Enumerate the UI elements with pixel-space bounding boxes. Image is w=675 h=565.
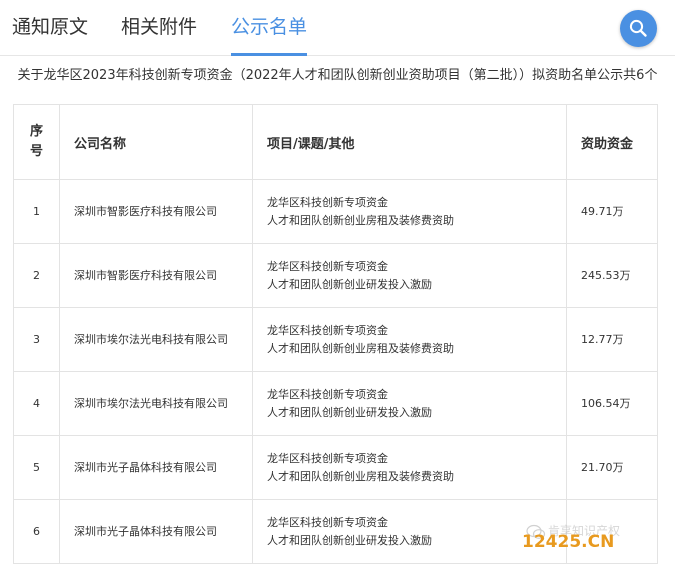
table-row: 2 深圳市智影医疗科技有限公司 龙华区科技创新专项资金人才和团队创新创业研发投入激励… (13, 243, 658, 308)
row-project: 龙华区科技创新专项资金人才和团队创新创业研发投入激励 (252, 243, 567, 308)
header-index-label: 序号 (29, 124, 43, 159)
row-project-item: 人才和团队创新创业房租及装修费资助 (267, 341, 454, 355)
row-project-fund: 龙华区科技创新专项资金 (267, 259, 388, 273)
tab-notice-original[interactable]: 通知原文 (12, 14, 88, 40)
header-index: 序号 (13, 104, 60, 180)
table-row: 4 深圳市埃尔法光电科技有限公司 龙华区科技创新专项资金人才和团队创新创业研发投入激… (13, 371, 658, 436)
header-amount: 资助资金 (566, 104, 658, 180)
row-project: 龙华区科技创新专项资金人才和团队创新创业房租及装修费资助 (252, 179, 567, 244)
row-project-item: 人才和团队创新创业房租及装修费资助 (267, 213, 454, 227)
row-project-fund: 龙华区科技创新专项资金 (267, 515, 388, 529)
tab-bar: 通知原文 相关附件 公示名单 (0, 0, 675, 56)
row-company: 深圳市智影医疗科技有限公司 (59, 179, 253, 244)
table-row: 1 深圳市智影医疗科技有限公司 龙华区科技创新专项资金人才和团队创新创业房租及装修费… (13, 179, 658, 244)
table-row: 3 深圳市埃尔法光电科技有限公司 龙华区科技创新专项资金人才和团队创新创业房租及装修… (13, 307, 658, 372)
row-project-fund: 龙华区科技创新专项资金 (267, 195, 388, 209)
row-company: 深圳市光子晶体科技有限公司 (59, 499, 253, 564)
row-amount: 245.53万 (566, 243, 658, 308)
row-index: 4 (13, 371, 60, 436)
row-amount: 12.77万 (566, 307, 658, 372)
row-project: 龙华区科技创新专项资金人才和团队创新创业房租及装修费资助 (252, 307, 567, 372)
header-project: 项目/课题/其他 (252, 104, 567, 180)
watermark-site: 12425.CN (522, 532, 615, 552)
row-project-fund: 龙华区科技创新专项资金 (267, 451, 388, 465)
row-index: 5 (13, 435, 60, 500)
row-company: 深圳市埃尔法光电科技有限公司 (59, 307, 253, 372)
header-company: 公司名称 (59, 104, 253, 180)
row-project-fund: 龙华区科技创新专项资金 (267, 323, 388, 337)
search-icon (629, 19, 647, 37)
row-index: 2 (13, 243, 60, 308)
search-button[interactable] (620, 10, 657, 47)
row-company: 深圳市智影医疗科技有限公司 (59, 243, 253, 308)
table-row: 5 深圳市光子晶体科技有限公司 龙华区科技创新专项资金人才和团队创新创业房租及装修费… (13, 435, 658, 500)
active-tab-indicator (231, 53, 307, 56)
row-index: 1 (13, 179, 60, 244)
table-header-row: 序号 公司名称 项目/课题/其他 资助资金 (13, 104, 658, 180)
tab-public-list[interactable]: 公示名单 (231, 14, 307, 40)
row-index: 3 (13, 307, 60, 372)
row-project: 龙华区科技创新专项资金人才和团队创新创业房租及装修费资助 (252, 435, 567, 500)
page: 通知原文 相关附件 公示名单 关于龙华区2023年科技创新专项资金（2022年人… (0, 0, 675, 565)
row-amount: 106.54万 (566, 371, 658, 436)
row-project: 龙华区科技创新专项资金人才和团队创新创业研发投入激励 (252, 371, 567, 436)
row-project-fund: 龙华区科技创新专项资金 (267, 387, 388, 401)
announcement-title: 关于龙华区2023年科技创新专项资金（2022年人才和团队创新创业资助项目（第二… (17, 68, 658, 83)
funding-list-table: 序号 公司名称 项目/课题/其他 资助资金 1 深圳市智影医疗科技有限公司 龙华区科… (13, 104, 658, 564)
row-project-item: 人才和团队创新创业房租及装修费资助 (267, 469, 454, 483)
row-amount: 49.71万 (566, 179, 658, 244)
row-index: 6 (13, 499, 60, 564)
row-project-item: 人才和团队创新创业研发投入激励 (267, 405, 432, 419)
tab-attachments[interactable]: 相关附件 (121, 14, 197, 40)
row-project: 龙华区科技创新专项资金 人才和团队创新创业研发投入激励 (252, 499, 567, 564)
row-amount: 21.70万 (566, 435, 658, 500)
row-company: 深圳市埃尔法光电科技有限公司 (59, 371, 253, 436)
row-company: 深圳市光子晶体科技有限公司 (59, 435, 253, 500)
row-project-item: 人才和团队创新创业研发投入激励 (267, 277, 432, 291)
